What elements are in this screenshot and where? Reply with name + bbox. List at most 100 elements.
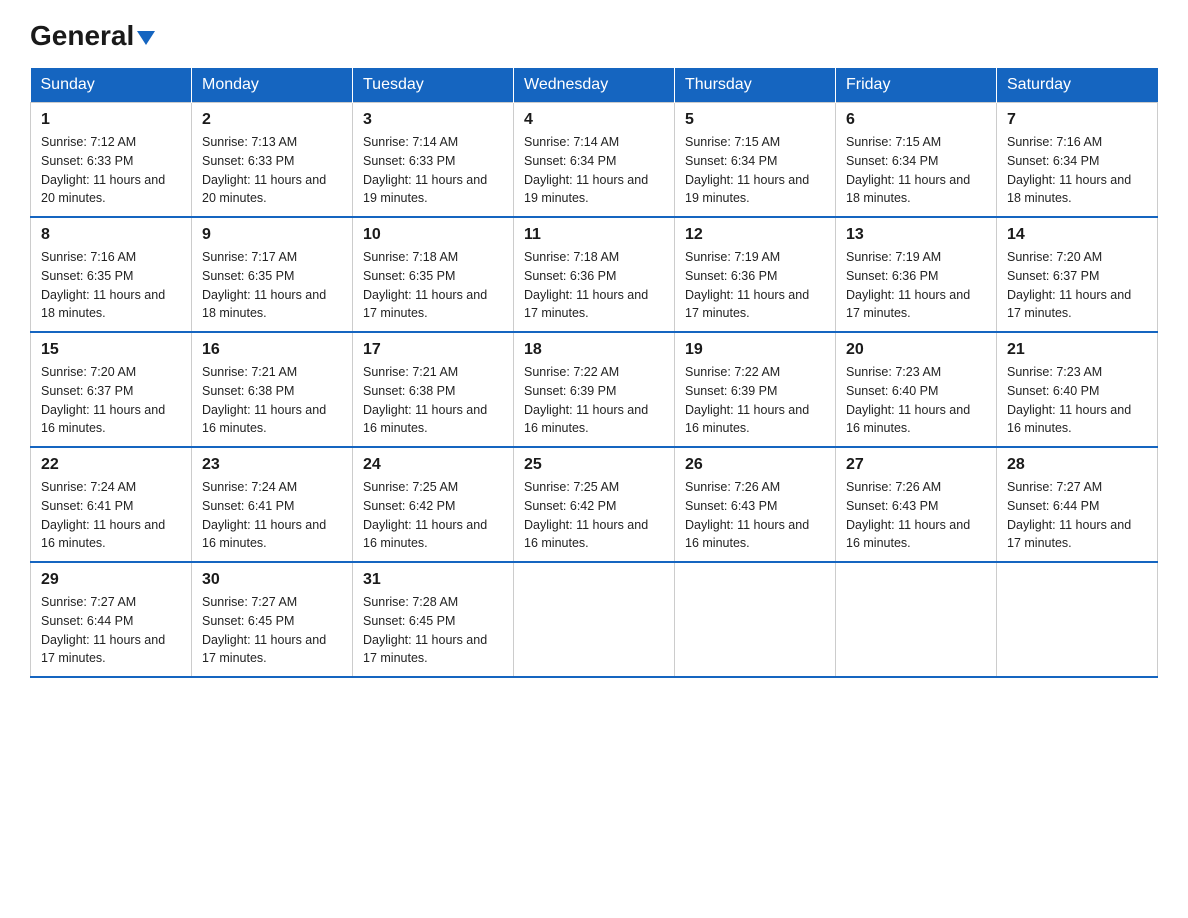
day-info: Sunrise: 7:16 AMSunset: 6:34 PMDaylight:…: [1007, 135, 1131, 205]
weekday-header-saturday: Saturday: [997, 68, 1158, 103]
calendar-day-cell: 19 Sunrise: 7:22 AMSunset: 6:39 PMDaylig…: [675, 332, 836, 447]
calendar-day-cell: [675, 562, 836, 677]
calendar-day-cell: 20 Sunrise: 7:23 AMSunset: 6:40 PMDaylig…: [836, 332, 997, 447]
day-info: Sunrise: 7:14 AMSunset: 6:33 PMDaylight:…: [363, 135, 487, 205]
day-number: 15: [41, 341, 181, 359]
weekday-header-thursday: Thursday: [675, 68, 836, 103]
calendar-day-cell: 11 Sunrise: 7:18 AMSunset: 6:36 PMDaylig…: [514, 217, 675, 332]
day-number: 31: [363, 571, 503, 589]
calendar-day-cell: [836, 562, 997, 677]
calendar-day-cell: 1 Sunrise: 7:12 AMSunset: 6:33 PMDayligh…: [31, 103, 192, 218]
day-info: Sunrise: 7:12 AMSunset: 6:33 PMDaylight:…: [41, 135, 165, 205]
calendar-day-cell: 14 Sunrise: 7:20 AMSunset: 6:37 PMDaylig…: [997, 217, 1158, 332]
calendar-day-cell: 31 Sunrise: 7:28 AMSunset: 6:45 PMDaylig…: [353, 562, 514, 677]
logo-general-text: General: [30, 20, 134, 52]
day-number: 13: [846, 226, 986, 244]
day-info: Sunrise: 7:27 AMSunset: 6:44 PMDaylight:…: [1007, 480, 1131, 550]
day-info: Sunrise: 7:15 AMSunset: 6:34 PMDaylight:…: [846, 135, 970, 205]
day-number: 10: [363, 226, 503, 244]
day-info: Sunrise: 7:22 AMSunset: 6:39 PMDaylight:…: [685, 365, 809, 435]
calendar-table: SundayMondayTuesdayWednesdayThursdayFrid…: [30, 68, 1158, 678]
calendar-day-cell: 9 Sunrise: 7:17 AMSunset: 6:35 PMDayligh…: [192, 217, 353, 332]
calendar-week-row: 15 Sunrise: 7:20 AMSunset: 6:37 PMDaylig…: [31, 332, 1158, 447]
day-info: Sunrise: 7:14 AMSunset: 6:34 PMDaylight:…: [524, 135, 648, 205]
logo-triangle-icon: [137, 31, 155, 45]
calendar-week-row: 22 Sunrise: 7:24 AMSunset: 6:41 PMDaylig…: [31, 447, 1158, 562]
day-info: Sunrise: 7:13 AMSunset: 6:33 PMDaylight:…: [202, 135, 326, 205]
day-number: 14: [1007, 226, 1147, 244]
day-number: 16: [202, 341, 342, 359]
day-number: 27: [846, 456, 986, 474]
calendar-day-cell: 5 Sunrise: 7:15 AMSunset: 6:34 PMDayligh…: [675, 103, 836, 218]
calendar-day-cell: 17 Sunrise: 7:21 AMSunset: 6:38 PMDaylig…: [353, 332, 514, 447]
calendar-day-cell: 7 Sunrise: 7:16 AMSunset: 6:34 PMDayligh…: [997, 103, 1158, 218]
calendar-day-cell: 13 Sunrise: 7:19 AMSunset: 6:36 PMDaylig…: [836, 217, 997, 332]
day-number: 26: [685, 456, 825, 474]
day-info: Sunrise: 7:19 AMSunset: 6:36 PMDaylight:…: [685, 250, 809, 320]
calendar-day-cell: 22 Sunrise: 7:24 AMSunset: 6:41 PMDaylig…: [31, 447, 192, 562]
calendar-day-cell: 23 Sunrise: 7:24 AMSunset: 6:41 PMDaylig…: [192, 447, 353, 562]
calendar-week-row: 1 Sunrise: 7:12 AMSunset: 6:33 PMDayligh…: [31, 103, 1158, 218]
day-number: 20: [846, 341, 986, 359]
day-number: 28: [1007, 456, 1147, 474]
day-info: Sunrise: 7:18 AMSunset: 6:36 PMDaylight:…: [524, 250, 648, 320]
day-number: 3: [363, 111, 503, 129]
weekday-header-friday: Friday: [836, 68, 997, 103]
day-number: 2: [202, 111, 342, 129]
calendar-day-cell: 27 Sunrise: 7:26 AMSunset: 6:43 PMDaylig…: [836, 447, 997, 562]
calendar-day-cell: 30 Sunrise: 7:27 AMSunset: 6:45 PMDaylig…: [192, 562, 353, 677]
calendar-day-cell: 16 Sunrise: 7:21 AMSunset: 6:38 PMDaylig…: [192, 332, 353, 447]
day-info: Sunrise: 7:25 AMSunset: 6:42 PMDaylight:…: [363, 480, 487, 550]
day-info: Sunrise: 7:25 AMSunset: 6:42 PMDaylight:…: [524, 480, 648, 550]
calendar-day-cell: 3 Sunrise: 7:14 AMSunset: 6:33 PMDayligh…: [353, 103, 514, 218]
day-info: Sunrise: 7:24 AMSunset: 6:41 PMDaylight:…: [41, 480, 165, 550]
calendar-day-cell: 8 Sunrise: 7:16 AMSunset: 6:35 PMDayligh…: [31, 217, 192, 332]
day-number: 12: [685, 226, 825, 244]
calendar-day-cell: 6 Sunrise: 7:15 AMSunset: 6:34 PMDayligh…: [836, 103, 997, 218]
day-number: 23: [202, 456, 342, 474]
calendar-day-cell: 28 Sunrise: 7:27 AMSunset: 6:44 PMDaylig…: [997, 447, 1158, 562]
day-number: 7: [1007, 111, 1147, 129]
calendar-day-cell: [514, 562, 675, 677]
day-info: Sunrise: 7:21 AMSunset: 6:38 PMDaylight:…: [202, 365, 326, 435]
weekday-header-row: SundayMondayTuesdayWednesdayThursdayFrid…: [31, 68, 1158, 103]
day-info: Sunrise: 7:20 AMSunset: 6:37 PMDaylight:…: [41, 365, 165, 435]
calendar-day-cell: [997, 562, 1158, 677]
calendar-day-cell: 29 Sunrise: 7:27 AMSunset: 6:44 PMDaylig…: [31, 562, 192, 677]
day-info: Sunrise: 7:20 AMSunset: 6:37 PMDaylight:…: [1007, 250, 1131, 320]
day-info: Sunrise: 7:27 AMSunset: 6:45 PMDaylight:…: [202, 595, 326, 665]
day-info: Sunrise: 7:18 AMSunset: 6:35 PMDaylight:…: [363, 250, 487, 320]
day-number: 25: [524, 456, 664, 474]
day-info: Sunrise: 7:28 AMSunset: 6:45 PMDaylight:…: [363, 595, 487, 665]
weekday-header-monday: Monday: [192, 68, 353, 103]
calendar-week-row: 29 Sunrise: 7:27 AMSunset: 6:44 PMDaylig…: [31, 562, 1158, 677]
calendar-week-row: 8 Sunrise: 7:16 AMSunset: 6:35 PMDayligh…: [31, 217, 1158, 332]
day-number: 4: [524, 111, 664, 129]
day-number: 1: [41, 111, 181, 129]
day-number: 17: [363, 341, 503, 359]
calendar-day-cell: 4 Sunrise: 7:14 AMSunset: 6:34 PMDayligh…: [514, 103, 675, 218]
day-number: 6: [846, 111, 986, 129]
calendar-day-cell: 15 Sunrise: 7:20 AMSunset: 6:37 PMDaylig…: [31, 332, 192, 447]
logo: General: [30, 20, 155, 48]
day-number: 24: [363, 456, 503, 474]
calendar-day-cell: 21 Sunrise: 7:23 AMSunset: 6:40 PMDaylig…: [997, 332, 1158, 447]
calendar-day-cell: 24 Sunrise: 7:25 AMSunset: 6:42 PMDaylig…: [353, 447, 514, 562]
day-info: Sunrise: 7:26 AMSunset: 6:43 PMDaylight:…: [846, 480, 970, 550]
calendar-day-cell: 12 Sunrise: 7:19 AMSunset: 6:36 PMDaylig…: [675, 217, 836, 332]
day-number: 30: [202, 571, 342, 589]
day-info: Sunrise: 7:21 AMSunset: 6:38 PMDaylight:…: [363, 365, 487, 435]
day-info: Sunrise: 7:19 AMSunset: 6:36 PMDaylight:…: [846, 250, 970, 320]
day-info: Sunrise: 7:23 AMSunset: 6:40 PMDaylight:…: [1007, 365, 1131, 435]
weekday-header-wednesday: Wednesday: [514, 68, 675, 103]
calendar-day-cell: 2 Sunrise: 7:13 AMSunset: 6:33 PMDayligh…: [192, 103, 353, 218]
weekday-header-tuesday: Tuesday: [353, 68, 514, 103]
day-number: 5: [685, 111, 825, 129]
weekday-header-sunday: Sunday: [31, 68, 192, 103]
day-number: 22: [41, 456, 181, 474]
day-number: 21: [1007, 341, 1147, 359]
day-number: 19: [685, 341, 825, 359]
calendar-day-cell: 26 Sunrise: 7:26 AMSunset: 6:43 PMDaylig…: [675, 447, 836, 562]
day-info: Sunrise: 7:24 AMSunset: 6:41 PMDaylight:…: [202, 480, 326, 550]
calendar-day-cell: 25 Sunrise: 7:25 AMSunset: 6:42 PMDaylig…: [514, 447, 675, 562]
